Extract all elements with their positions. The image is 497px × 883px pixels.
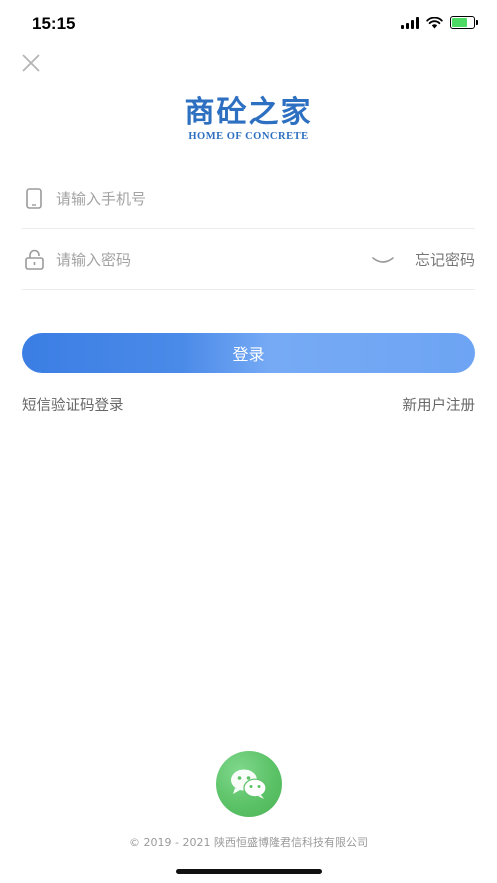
- wechat-icon: [231, 769, 267, 799]
- status-icons: [401, 16, 478, 29]
- forgot-password-link[interactable]: 忘记密码: [415, 249, 475, 270]
- wifi-icon: [426, 16, 443, 28]
- logo-title-cn: 商砼之家: [184, 95, 313, 130]
- wechat-login-button[interactable]: [216, 751, 282, 817]
- signal-icon: [401, 16, 419, 29]
- phone-input[interactable]: [56, 189, 475, 208]
- close-icon[interactable]: [20, 52, 42, 74]
- lock-icon: [23, 249, 45, 271]
- battery-icon: [450, 16, 478, 29]
- sms-login-link[interactable]: 短信验证码登录: [22, 394, 124, 415]
- status-time: 15:15: [32, 14, 76, 33]
- logo-title-en: HOME OF CONCRETE: [188, 131, 309, 142]
- password-field-row: 忘记密码: [22, 230, 475, 290]
- login-button[interactable]: 登录: [22, 333, 475, 373]
- phone-field-row: [22, 169, 475, 229]
- password-input[interactable]: [56, 250, 371, 269]
- phone-icon: [23, 188, 45, 210]
- home-indicator: [176, 869, 322, 874]
- eye-closed-icon[interactable]: [371, 250, 395, 270]
- app-logo: 商砼之家 HOME OF CONCRETE: [0, 95, 497, 143]
- register-link[interactable]: 新用户注册: [403, 394, 476, 415]
- copyright-footer: © 2019 - 2021 陕西恒盛博隆君信科技有限公司: [129, 836, 368, 849]
- status-bar: 15:15: [0, 0, 497, 48]
